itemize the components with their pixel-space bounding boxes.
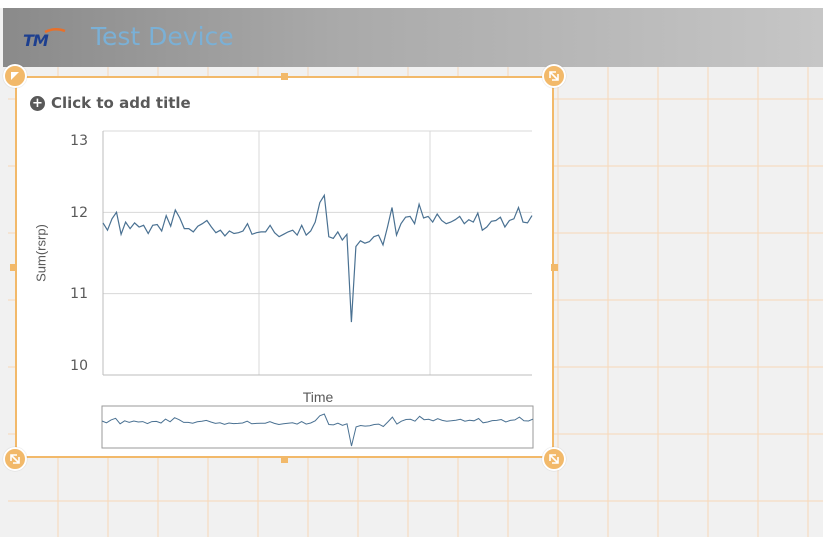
resize-arrow-icon (549, 454, 559, 464)
x-axis-label: Time (302, 389, 334, 405)
resize-handle-top[interactable] (281, 73, 288, 80)
resize-handle-bottom-right[interactable] (542, 447, 566, 471)
resize-arrow-icon (549, 71, 559, 81)
y-axis-label: Sum(rsrp) (33, 224, 49, 282)
resize-arrow-icon (10, 454, 20, 464)
mini-chart-frame (101, 405, 534, 449)
series-line (102, 193, 533, 323)
y-tick-label: 10 (70, 358, 88, 374)
line-chart (101, 130, 534, 449)
y-tick-label: 11 (70, 286, 88, 302)
resize-arrow-icon (11, 72, 19, 80)
y-tick-label: 12 (70, 205, 88, 221)
resize-handle-bottom[interactable] (281, 456, 288, 463)
resize-handle-bottom-left[interactable] (3, 447, 27, 471)
resize-handle-left[interactable] (10, 264, 17, 271)
resize-handle-top-right[interactable] (542, 64, 566, 88)
resize-handle-right[interactable] (551, 264, 558, 271)
y-tick-label: 13 (70, 133, 88, 149)
resize-handle-top-left[interactable] (3, 64, 27, 88)
